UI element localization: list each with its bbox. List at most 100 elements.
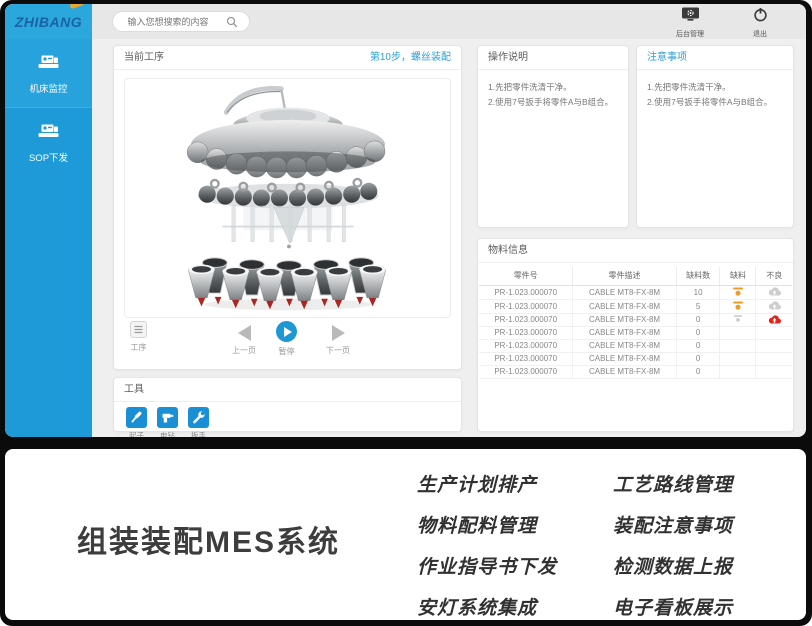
- feature-item: 安灯系统集成: [417, 593, 613, 620]
- andon-light-icon: [732, 300, 744, 311]
- screenshot-frame: ZHIBANG 后台管理 退出: [0, 0, 812, 626]
- part-desc: CABLE MT8-FX-8M: [573, 352, 676, 365]
- feature-item: 工艺路线管理: [613, 470, 809, 497]
- defect-icon-cell[interactable]: [756, 299, 792, 313]
- logo-text: ZHIBANG: [15, 14, 82, 30]
- defect-icon-cell[interactable]: [756, 313, 792, 326]
- feature-item: 电子看板展示: [613, 593, 809, 620]
- part-no: PR-1.023.000070: [479, 339, 573, 352]
- feature-item: 作业指导书下发: [417, 552, 613, 579]
- part-no: PR-1.023.000070: [479, 313, 573, 326]
- shortage-icon-cell[interactable]: [720, 285, 756, 299]
- shortage-count: 0: [676, 339, 720, 352]
- materials-panel: 物料信息 零件号 零件描述 缺料数 缺料 不良 PR-1.023.000070C…: [477, 238, 794, 432]
- machine-icon: [37, 122, 60, 144]
- col-part-desc: 零件描述: [573, 267, 676, 285]
- admin-monitor-gear-icon: [681, 7, 700, 27]
- list-icon: [130, 321, 147, 338]
- feature-column-2: 工艺路线管理装配注意事项检测数据上报电子看板展示: [613, 470, 809, 620]
- defect-icon-cell: [756, 326, 792, 339]
- material-row: PR-1.023.000070CABLE MT8-FX-8M0: [479, 313, 792, 326]
- shortage-count: 0: [676, 365, 720, 378]
- operation-instructions-title: 操作说明: [488, 46, 528, 69]
- part-no: PR-1.023.000070: [479, 352, 573, 365]
- product-image-box: [124, 78, 451, 318]
- logout-button[interactable]: 退出: [738, 7, 782, 39]
- operation-instructions-panel: 操作说明 1.先把零件洗清干净。 2.使用7号扳手将零件A与B组合。: [477, 45, 629, 228]
- part-desc: CABLE MT8-FX-8M: [573, 339, 676, 352]
- tool-wrench[interactable]: 扳手: [188, 407, 209, 437]
- part-no: PR-1.023.000070: [479, 326, 573, 339]
- process-step-link[interactable]: 第10步，螺丝装配: [370, 46, 451, 69]
- part-desc: CABLE MT8-FX-8M: [573, 365, 676, 378]
- tool-label: 电钻: [160, 430, 175, 437]
- shortage-icon-cell[interactable]: [720, 313, 756, 326]
- defect-icon-cell[interactable]: [756, 285, 792, 299]
- feature-item: 装配注意事项: [613, 511, 809, 538]
- instruction-line: 1.先把零件洗清干净。: [488, 80, 618, 95]
- precaution-line: 1.先把零件洗清干净。: [647, 80, 783, 95]
- search-icon[interactable]: [226, 15, 238, 33]
- tool-label: 起子: [129, 430, 144, 437]
- app-window: ZHIBANG 后台管理 退出: [5, 4, 806, 437]
- wrench-icon: [188, 407, 209, 428]
- admin-button[interactable]: 后台管理: [668, 7, 712, 39]
- material-row: PR-1.023.000070CABLE MT8-FX-8M0: [479, 365, 792, 378]
- feature-list: 生产计划排产物料配料管理作业指导书下发安灯系统集成 工艺路线管理装配注意事项检测…: [417, 470, 809, 620]
- andon-light-icon: [732, 286, 744, 297]
- logout-label: 退出: [753, 29, 767, 39]
- sidebar-item-machine-monitor[interactable]: 机床监控: [5, 39, 92, 107]
- part-no: PR-1.023.000070: [479, 299, 573, 313]
- machine-icon: [37, 53, 60, 75]
- materials-table-body: PR-1.023.000070CABLE MT8-FX-8M10PR-1.023…: [479, 285, 792, 378]
- shortage-count: 0: [676, 326, 720, 339]
- topbar: ZHIBANG 后台管理 退出: [5, 4, 806, 39]
- tool-drill[interactable]: 电钻: [157, 407, 178, 437]
- sidebar: 机床监控 SOP下发: [5, 39, 92, 437]
- precautions-title: 注意事项: [647, 46, 687, 69]
- shortage-count: 5: [676, 299, 720, 313]
- tool-screwdriver[interactable]: 起子: [126, 407, 147, 437]
- instruction-line: 2.使用7号扳手将零件A与B组合。: [488, 95, 618, 110]
- col-part-no: 零件号: [479, 267, 573, 285]
- screwdriver-icon: [126, 407, 147, 428]
- shortage-count: 10: [676, 285, 720, 299]
- andon-light-icon: [733, 314, 743, 323]
- pause-button[interactable]: 暂停: [276, 321, 297, 357]
- sidebar-item-label: 机床监控: [29, 81, 67, 95]
- cloud-upload-icon: [768, 300, 781, 310]
- cloud-upload-icon: [768, 314, 781, 324]
- process-list-button[interactable]: 工序: [130, 321, 147, 353]
- cloud-upload-icon: [768, 286, 781, 296]
- materials-title: 物料信息: [488, 239, 528, 262]
- col-defect: 不良: [756, 267, 792, 285]
- marketing-title: 组装装配MES系统: [77, 517, 340, 561]
- defect-icon-cell: [756, 352, 792, 365]
- shortage-icon-cell: [720, 365, 756, 378]
- logo-swoosh-icon: [70, 4, 85, 9]
- shortage-icon-cell[interactable]: [720, 299, 756, 313]
- play-icon: [276, 321, 297, 342]
- prev-page-button[interactable]: 上一页: [232, 325, 256, 356]
- tools-title: 工具: [124, 378, 144, 401]
- defect-icon-cell: [756, 365, 792, 378]
- process-controls: 工序 上一页 暂停 下一页: [114, 319, 461, 363]
- shortage-count: 0: [676, 352, 720, 365]
- part-desc: CABLE MT8-FX-8M: [573, 299, 676, 313]
- next-label: 下一页: [326, 345, 350, 356]
- search-bar: [112, 11, 250, 32]
- part-desc: CABLE MT8-FX-8M: [573, 285, 676, 299]
- part-no: PR-1.023.000070: [479, 365, 573, 378]
- current-process-panel: 当前工序 第10步，螺丝装配: [113, 45, 462, 370]
- material-row: PR-1.023.000070CABLE MT8-FX-8M0: [479, 326, 792, 339]
- col-shortage: 缺料: [720, 267, 756, 285]
- next-arrow-icon: [332, 325, 345, 341]
- prev-label: 上一页: [232, 345, 256, 356]
- feature-item: 检测数据上报: [613, 552, 809, 579]
- sidebar-item-sop-dispatch[interactable]: SOP下发: [5, 107, 92, 176]
- shortage-icon-cell: [720, 352, 756, 365]
- current-process-title: 当前工序: [124, 46, 164, 69]
- tool-label: 扳手: [191, 430, 206, 437]
- next-page-button[interactable]: 下一页: [326, 325, 350, 356]
- material-row: PR-1.023.000070CABLE MT8-FX-8M10: [479, 285, 792, 299]
